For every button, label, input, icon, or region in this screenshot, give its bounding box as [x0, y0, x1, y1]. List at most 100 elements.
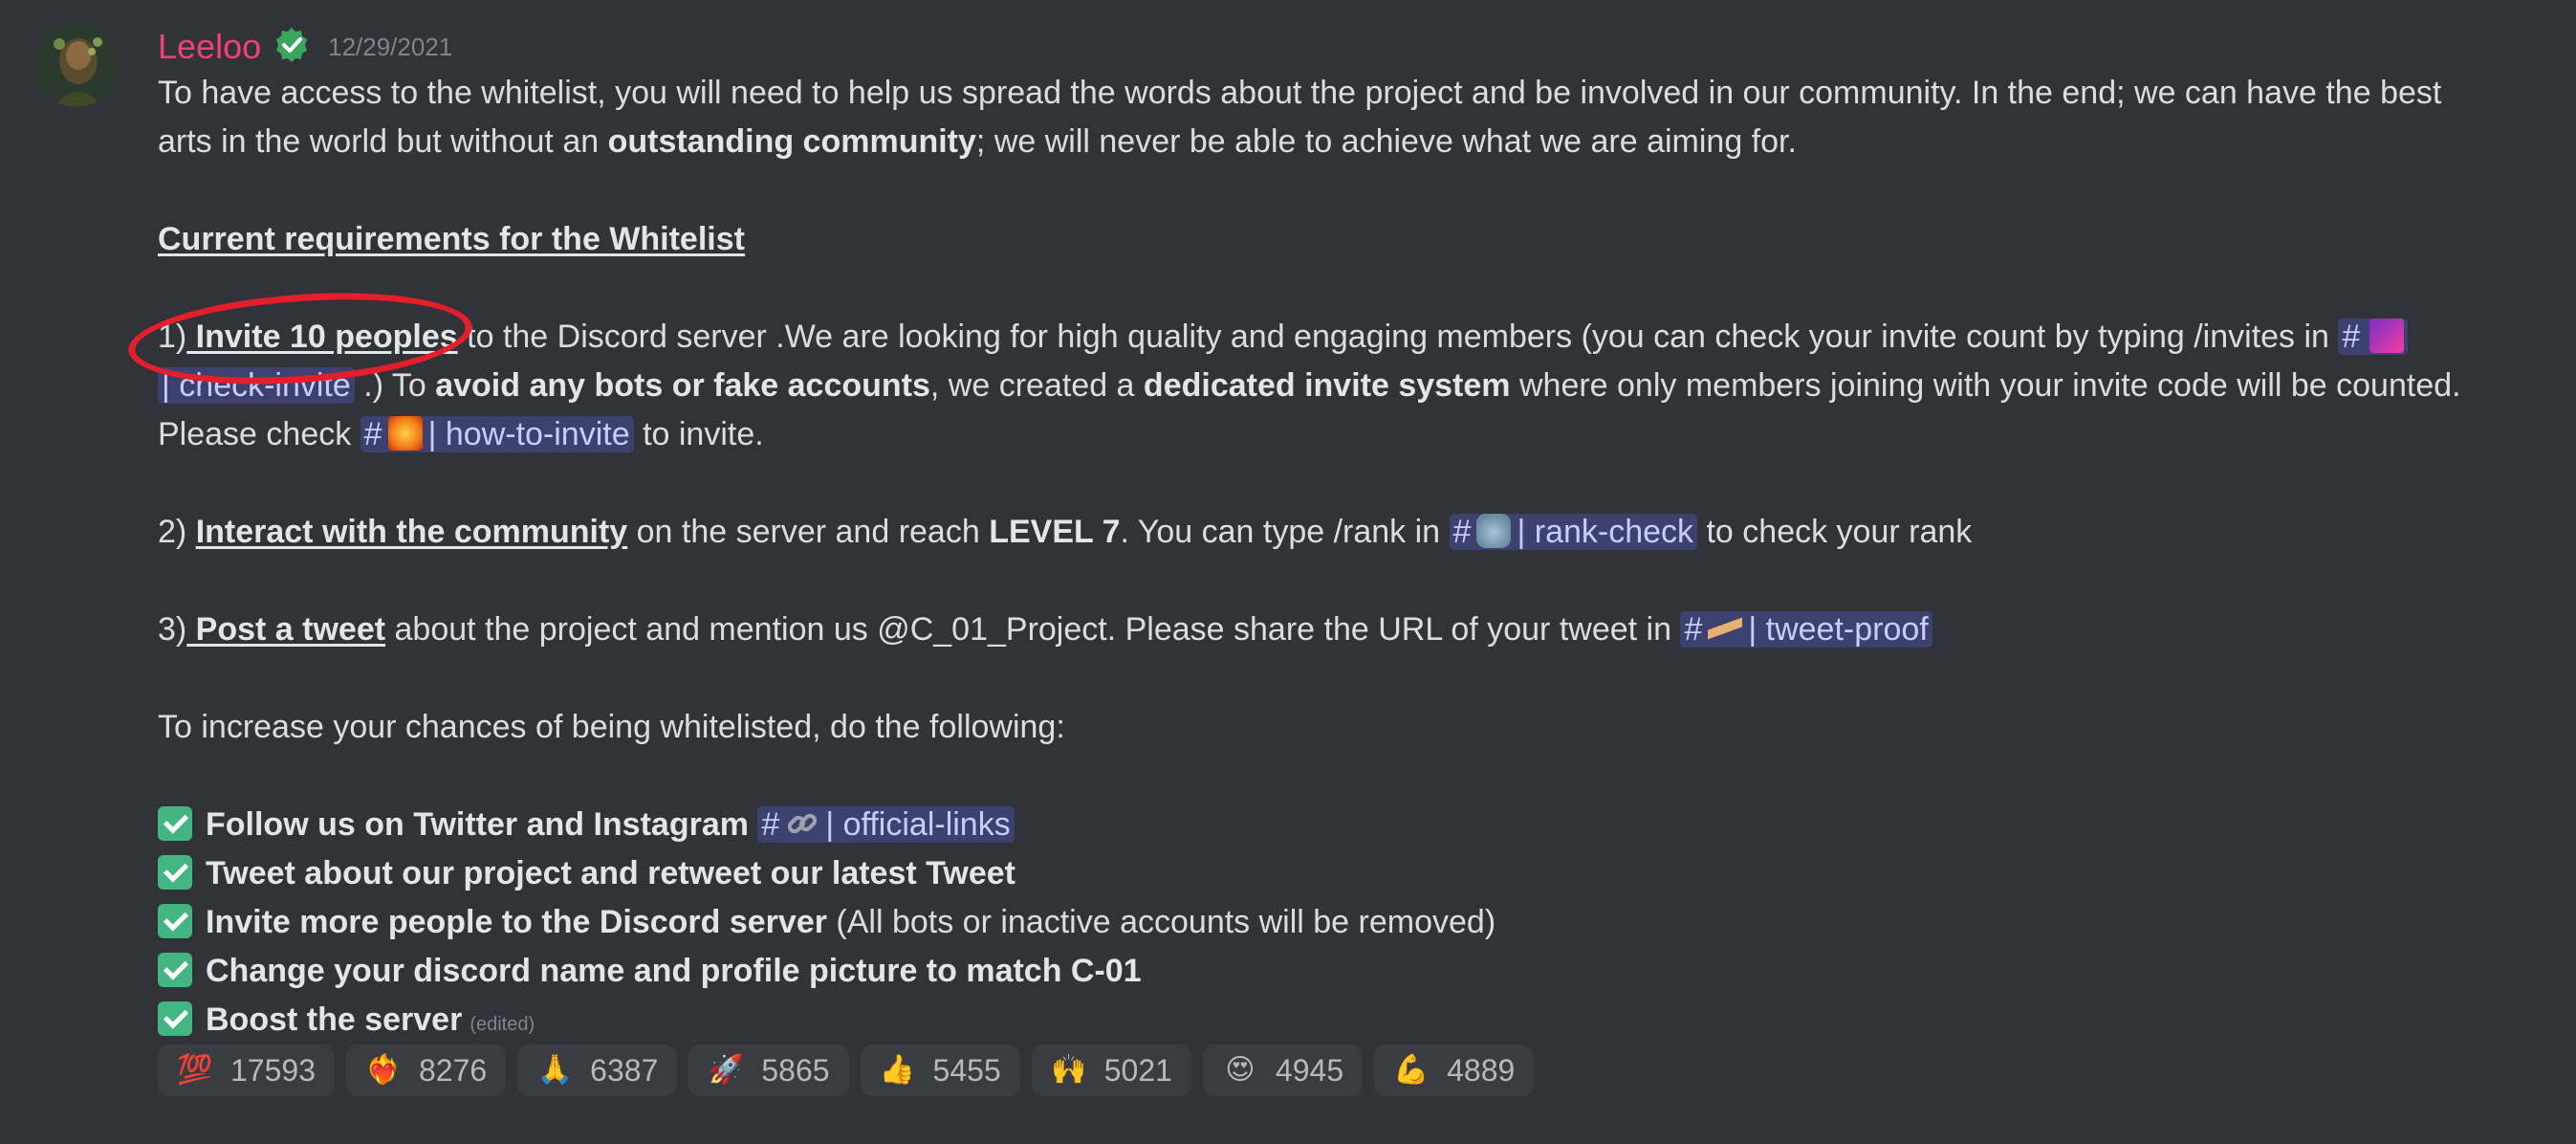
username[interactable]: Leeloo — [158, 27, 261, 67]
hundred-icon: 💯 — [177, 1054, 213, 1086]
channel-mention-official-links[interactable]: # | official-links — [757, 806, 1015, 843]
check-mark-icon — [158, 904, 192, 938]
req1-text5: Please check — [158, 416, 360, 452]
req1-bold2: avoid any bots or fake accounts — [435, 367, 930, 404]
req2-text2: . You can type /rank in — [1120, 514, 1450, 550]
verified-badge-icon — [273, 26, 311, 69]
requirement-2: 2) Interact with the community on the se… — [158, 508, 2548, 557]
edited-label: (edited) — [469, 1014, 535, 1035]
official-links-label: | official-links — [825, 806, 1011, 843]
req2-text3: to check your rank — [1697, 514, 1973, 550]
requirement-1-line-2: | check-invite .) To avoid any bots or f… — [158, 362, 2548, 410]
req3-bold: Post a tweet — [186, 611, 386, 648]
channel-mention-check-invite[interactable]: # — [2338, 319, 2408, 355]
reaction-button[interactable]: 💯 17593 — [158, 1045, 335, 1096]
checklist-bold: Tweet about our project and retweet our … — [206, 855, 1015, 891]
reaction-count: 17593 — [230, 1052, 316, 1088]
hash-icon: # — [2342, 319, 2361, 355]
checklist-item: Follow us on Twitter and Instagram # | o… — [158, 801, 2548, 849]
chat-message: Leeloo 12/29/2021 To have access to the … — [0, 0, 2576, 1144]
link-icon — [785, 806, 819, 841]
heart-on-fire-icon: ❤️‍🔥 — [365, 1054, 402, 1086]
checklist-bold: Invite more people to the Discord server — [206, 904, 827, 940]
folded-hands-icon: 🙏 — [536, 1054, 573, 1086]
hash-icon: # — [761, 806, 780, 843]
requirement-1-line-3: Please check # | how-to-invite to invite. — [158, 410, 2548, 459]
intro-text-2c: ; we will never be able to achieve what … — [975, 123, 1797, 160]
req1-text4: where only members joining with your inv… — [1510, 367, 2461, 404]
raised-hands-icon: 🙌 — [1051, 1054, 1087, 1086]
req1-text: to the Discord server .We are looking fo… — [457, 319, 2339, 355]
req3-prefix: 3) — [158, 611, 187, 648]
hash-icon: # — [1452, 514, 1472, 550]
req1-bold3: dedicated invite system — [1143, 367, 1511, 404]
intro-line-1: To have access to the whitelist, you wil… — [158, 69, 2548, 118]
req2-prefix: 2) — [158, 514, 196, 550]
reaction-count: 5021 — [1103, 1052, 1172, 1088]
reaction-count: 8276 — [418, 1052, 488, 1088]
checklist-bold: Follow us on Twitter and Instagram — [206, 806, 749, 843]
thumbs-up-icon: 👍 — [879, 1054, 916, 1086]
reaction-count: 5455 — [932, 1052, 1001, 1088]
req1-text2: .) To — [354, 367, 436, 404]
checklist-item: Boost the server (edited) — [158, 996, 2548, 1045]
check-mark-icon — [158, 855, 192, 890]
reaction-button[interactable]: ❤️‍🔥 8276 — [345, 1045, 507, 1096]
avatar[interactable] — [34, 23, 119, 107]
requirements-heading: Current requirements for the Whitelist — [158, 215, 2548, 264]
message-header: Leeloo 12/29/2021 — [158, 23, 452, 71]
collision-icon — [387, 416, 423, 451]
req2-level: LEVEL 7 — [989, 514, 1121, 550]
checklist-bold: Boost the server — [206, 1001, 463, 1038]
hash-icon: # — [1684, 611, 1703, 648]
flexed-biceps-icon: 💪 — [1393, 1054, 1430, 1086]
heart-eyes-icon: 😍 — [1225, 1054, 1255, 1086]
reaction-button[interactable]: 🙏 6387 — [517, 1045, 678, 1096]
reaction-button[interactable]: 💪 4889 — [1374, 1045, 1535, 1096]
intro-text-1: To have access to the whitelist, you wil… — [158, 75, 2442, 111]
checklist-rest: (All bots or inactive accounts will be r… — [826, 904, 1496, 940]
how-to-invite-label: | how-to-invite — [427, 416, 630, 452]
tweet-proof-label: | tweet-proof — [1748, 611, 1929, 648]
rank-check-label: | rank-check — [1517, 514, 1694, 550]
reaction-count: 5865 — [761, 1052, 830, 1088]
req1-bold: Invite 10 peoples — [186, 319, 458, 355]
checklist-item: Invite more people to the Discord server… — [158, 898, 2548, 947]
req2-bold: Interact with the community — [195, 514, 628, 550]
hash-icon: # — [363, 416, 382, 452]
check-mark-icon — [158, 953, 192, 987]
checklist-bold: Change your discord name and profile pic… — [206, 953, 1142, 989]
reaction-button[interactable]: 🙌 5021 — [1031, 1045, 1191, 1096]
intro-line-2: arts in the world but without an outstan… — [158, 118, 2548, 166]
selfie-icon — [1708, 611, 1743, 646]
req1-text6: to invite. — [633, 416, 764, 452]
reaction-button[interactable]: 😍 4945 — [1202, 1045, 1364, 1096]
req3-text: about the project and mention us @C_01_P… — [385, 611, 1681, 648]
reaction-count: 4889 — [1447, 1052, 1516, 1088]
channel-mention-how-to-invite[interactable]: # | how-to-invite — [360, 416, 634, 452]
check-mark-icon — [158, 806, 192, 841]
check-mark-icon — [158, 1001, 192, 1036]
reaction-count: 6387 — [590, 1052, 659, 1088]
channel-mention-check-invite-label[interactable]: | check-invite — [158, 367, 355, 404]
sparkle-icon — [2369, 319, 2404, 353]
req1-text3: , we created a — [929, 367, 1144, 404]
rocket-icon: 🚀 — [708, 1054, 745, 1086]
intro-text-2a: arts in the world but without an — [158, 123, 608, 160]
requirement-3: 3) Post a tweet about the project and me… — [158, 605, 2548, 654]
intro-bold-community: outstanding community — [607, 123, 976, 160]
channel-mention-tweet-proof[interactable]: # | tweet-proof — [1680, 611, 1932, 648]
reaction-button[interactable]: 🚀 5865 — [688, 1045, 849, 1096]
reaction-button[interactable]: 👍 5455 — [860, 1045, 1020, 1096]
increase-chances: To increase your chances of being whitel… — [158, 703, 2548, 752]
requirement-1-line-1: 1) Invite 10 peoples to the Discord serv… — [158, 313, 2548, 362]
checklist-item: Change your discord name and profile pic… — [158, 947, 2548, 996]
channel-mention-rank-check[interactable]: # | rank-check — [1449, 514, 1698, 550]
req2-text: on the server and reach — [627, 514, 990, 550]
heading-text: Current requirements for the Whitelist — [158, 221, 745, 257]
timestamp: 12/29/2021 — [328, 32, 453, 61]
message-content: To have access to the whitelist, you wil… — [158, 69, 2548, 1045]
increase-text: To increase your chances of being whitel… — [158, 709, 1065, 745]
req1-prefix: 1) — [158, 319, 187, 355]
reaction-count: 4945 — [1275, 1052, 1344, 1088]
